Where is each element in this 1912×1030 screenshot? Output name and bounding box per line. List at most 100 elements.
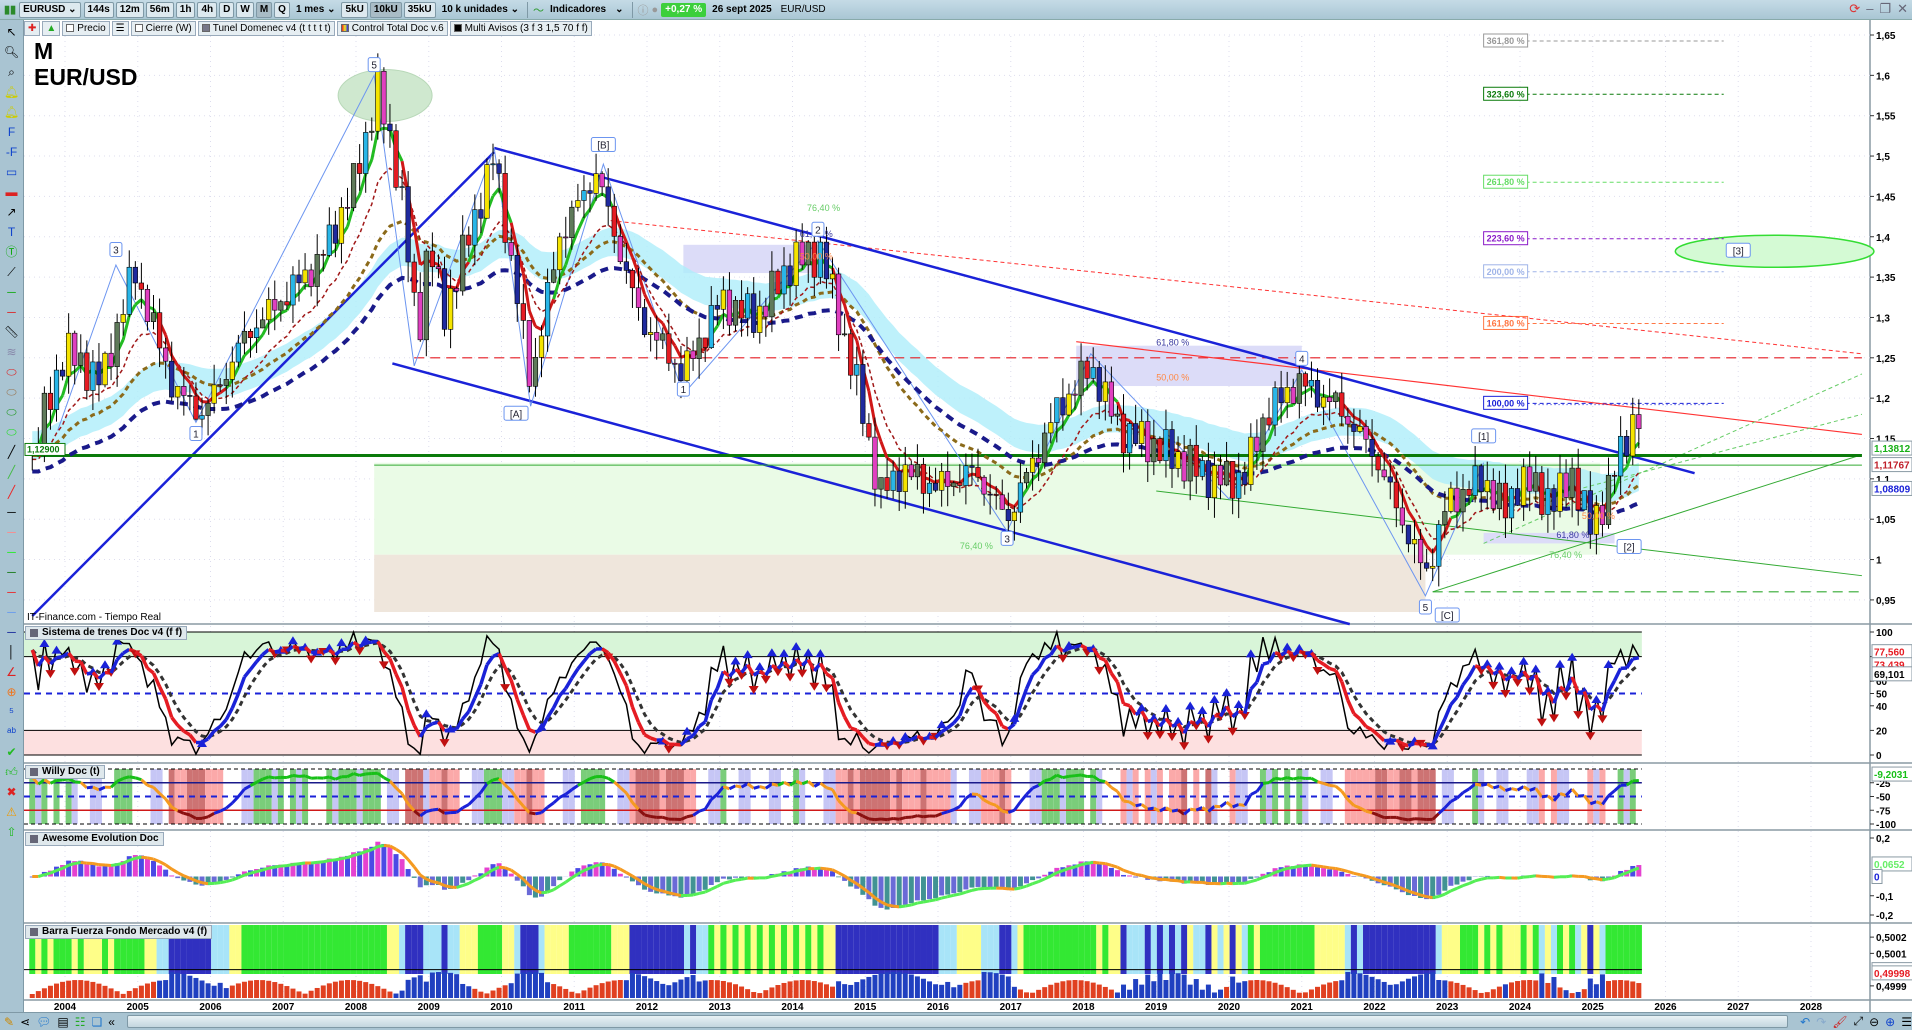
refresh-icon[interactable]: ⟳	[1849, 1, 1860, 17]
legend-cierre[interactable]: Cierre (W)	[130, 20, 196, 36]
zoom-icon[interactable]: 🔍︎	[3, 44, 21, 60]
rectangle-icon[interactable]: ▭	[3, 164, 21, 180]
ellipse-brown-icon[interactable]: ⬭	[3, 384, 21, 400]
legend-tunel[interactable]: Tunel Domenec v4 (t t t t t)	[197, 20, 335, 36]
hline-red-icon[interactable]: ─	[3, 304, 21, 320]
hline-navy-icon[interactable]: ─	[3, 624, 21, 640]
pointer-icon[interactable]: ↖	[3, 24, 21, 40]
windows-icon[interactable]: ❏	[91, 1015, 102, 1029]
timeframe-1h[interactable]: 1h	[175, 1, 196, 18]
thumb-icon[interactable]: 👍︎	[3, 764, 21, 780]
zoom-area-icon[interactable]: ⌕	[3, 64, 21, 80]
alert-icon[interactable]: 🔔︎	[3, 84, 21, 100]
report-icon[interactable]: ▤	[57, 1015, 68, 1029]
timeframe-4h[interactable]: 4h	[197, 1, 218, 18]
timeframe-Q[interactable]: Q	[274, 1, 290, 18]
barra-background	[399, 925, 406, 974]
line-green-icon[interactable]: ╱	[3, 464, 21, 480]
line-black-icon[interactable]: ╱	[3, 444, 21, 460]
willy-band	[1041, 769, 1048, 824]
panel-title-awesome[interactable]: Awesome Evolution Doc	[25, 832, 164, 846]
settings-icon[interactable]: ☰	[1901, 1015, 1912, 1029]
pencil-icon[interactable]: ✎	[4, 1015, 14, 1029]
symbol-select[interactable]: EURUSD ⌄	[19, 1, 81, 18]
restore-icon[interactable]: ❐	[1879, 1, 1891, 17]
warning-icon[interactable]: ⚠	[3, 804, 21, 820]
info-icon[interactable]: ⓘ	[638, 2, 649, 18]
elliott-icon[interactable]: ⁵	[3, 704, 21, 720]
zoom-out-icon[interactable]: ⊖	[1869, 1015, 1879, 1029]
abc-icon[interactable]: ᵃᵇ	[3, 724, 21, 740]
text-icon[interactable]: T	[3, 224, 21, 240]
hline-lightblue-icon[interactable]: ─	[3, 604, 21, 620]
text-bubble-icon[interactable]: Ⓣ	[3, 244, 21, 260]
up-arrow-icon[interactable]: ⇧	[3, 824, 21, 840]
legend-multi-avisos[interactable]: Multi Avisos (3 f 3 1,5 70 f f)	[449, 20, 592, 36]
fib-line-icon[interactable]: ‑F	[3, 144, 21, 160]
zoom-in-icon[interactable]: ⊕	[1885, 1015, 1895, 1029]
list-icon[interactable]: ☰	[111, 20, 129, 36]
channel-icon[interactable]: ≋	[3, 344, 21, 360]
indicators-dropdown[interactable]: ⌄	[612, 4, 626, 15]
angle-icon[interactable]: ∠	[3, 664, 21, 680]
candle	[617, 236, 623, 263]
hline-black-icon[interactable]: ─	[3, 504, 21, 520]
cross-icon[interactable]: ✖	[3, 784, 21, 800]
ellipse-lime-icon[interactable]: ⬭	[3, 424, 21, 440]
move-up-button[interactable]: ▲	[42, 20, 61, 36]
arrow-icon[interactable]: ↗	[3, 204, 21, 220]
candle	[205, 402, 211, 416]
hline-green-icon[interactable]: ─	[3, 284, 21, 300]
ellipse-red-icon[interactable]: ⬭	[3, 364, 21, 380]
panel-title-barra[interactable]: Barra Fuerza Fondo Mercado v4 (f)	[25, 925, 213, 939]
add-indicator-button[interactable]: ✚	[24, 20, 41, 36]
hline-darkgreen-icon[interactable]: ─	[3, 564, 21, 580]
check-icon[interactable]: ✔	[3, 744, 21, 760]
crosshair-icon[interactable]: ⊕	[3, 684, 21, 700]
line-icon[interactable]: ⟋	[3, 264, 21, 280]
hline-lime-icon[interactable]: ─	[3, 544, 21, 560]
bell-icon[interactable]: 🔔︎	[3, 104, 21, 120]
unit-10kU[interactable]: 10kU	[369, 1, 402, 18]
panel-title-trenes[interactable]: Sistema de trenes Doc v4 (f f)	[25, 626, 188, 640]
unit-5kU[interactable]: 5kU	[341, 1, 368, 18]
ao-signal-line	[310, 860, 318, 865]
barra-background	[1199, 925, 1206, 974]
rewind-icon[interactable]: «	[108, 1015, 115, 1029]
timeframe-56m[interactable]: 56m	[145, 1, 174, 18]
close-icon[interactable]: ✕	[1897, 1, 1908, 17]
units-select[interactable]: 10 k unidades ⌄	[439, 4, 522, 15]
line-red-icon[interactable]: ╱	[3, 484, 21, 500]
panel-title-willy[interactable]: Willy Doc (t)	[25, 765, 105, 779]
rectangle-red-icon[interactable]: ▬	[3, 184, 21, 200]
hline-red2-icon[interactable]: ─	[3, 584, 21, 600]
zoom-fit-icon[interactable]: ⤢	[1854, 1014, 1864, 1029]
layers-icon[interactable]: ☷	[75, 1015, 86, 1029]
period-select[interactable]: 1 mes ⌄	[293, 4, 339, 15]
timeframe-12m[interactable]: 12m	[115, 1, 144, 18]
target-ellipse	[1674, 234, 1875, 269]
paint-icon[interactable]: 🖌︎	[1832, 1015, 1847, 1029]
fib-icon[interactable]: F	[3, 124, 21, 140]
minimize-icon[interactable]: –	[1866, 1, 1873, 17]
indicators-button[interactable]: Indicadores	[547, 4, 609, 15]
redo-icon[interactable]: ↷	[1816, 1015, 1826, 1029]
timeframe-144s[interactable]: 144s	[83, 1, 114, 18]
timeframe-group: 144s 12m 56m 1h 4h D W M Q	[83, 1, 290, 18]
timeframe-D[interactable]: D	[219, 1, 235, 18]
time-scrollbar[interactable]	[126, 1015, 1789, 1028]
chart-canvas[interactable]: 2004 2005 2006 2007 2008 2009 2010 2011 2012 2013…	[0, 0, 1912, 1030]
ruler-icon[interactable]: 📏︎	[3, 324, 21, 340]
legend-precio[interactable]: Precio	[62, 20, 110, 36]
barra-bar	[405, 979, 411, 998]
hline-salmon-icon[interactable]: ─	[3, 524, 21, 540]
unit-35kU[interactable]: 35kU	[403, 1, 436, 18]
chat-icon[interactable]: 💬︎	[36, 1015, 51, 1029]
ellipse-green-icon[interactable]: ⬭	[3, 404, 21, 420]
timeframe-W[interactable]: W	[236, 1, 254, 18]
vline-icon[interactable]: │	[3, 644, 21, 660]
share-icon[interactable]: ⋖	[20, 1015, 30, 1029]
legend-control-total[interactable]: Control Total Doc v.6	[336, 20, 448, 36]
timeframe-M[interactable]: M	[255, 1, 273, 18]
undo-icon[interactable]: ↶	[1800, 1015, 1810, 1029]
